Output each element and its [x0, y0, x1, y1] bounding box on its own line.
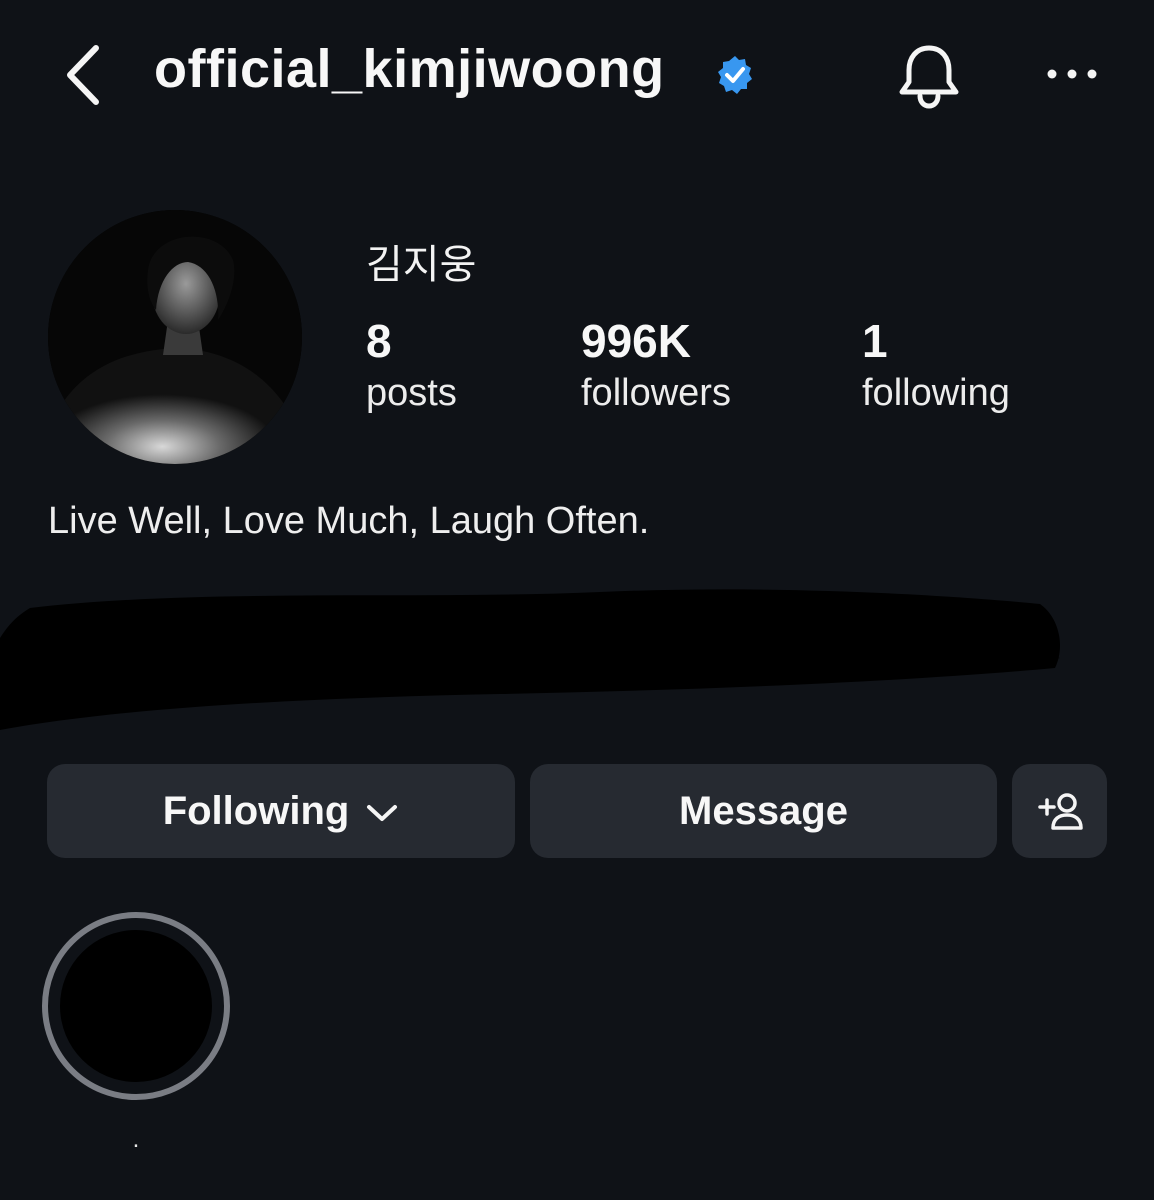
- message-button[interactable]: Message: [530, 764, 997, 858]
- display-name: 김지웅: [366, 242, 477, 288]
- stat-following[interactable]: 1 following: [862, 312, 1010, 416]
- profile-header: official_kimjiwoong: [0, 0, 1154, 150]
- avatar-photo: [48, 210, 302, 464]
- stat-followers[interactable]: 996K followers: [581, 312, 731, 416]
- add-user-icon: [1037, 793, 1083, 830]
- stat-value: 1: [862, 315, 888, 367]
- stat-label: posts: [366, 372, 457, 414]
- add-user-button[interactable]: [1012, 764, 1107, 858]
- stat-posts[interactable]: 8 posts: [366, 312, 457, 416]
- stat-value: 996K: [581, 315, 691, 367]
- bell-icon[interactable]: [896, 42, 962, 110]
- more-icon[interactable]: [1044, 62, 1100, 86]
- message-button-label: Message: [679, 788, 848, 833]
- stat-label: following: [862, 372, 1010, 414]
- profile-bio: Live Well, Love Much, Laugh Often.: [48, 500, 650, 542]
- chevron-down-icon: [367, 805, 398, 821]
- following-button-label: Following: [162, 788, 350, 833]
- stat-value: 8: [366, 315, 392, 367]
- highlight-label: .: [132, 1126, 140, 1153]
- redaction-mark: [0, 589, 1060, 730]
- following-button[interactable]: Following: [47, 764, 515, 858]
- stat-label: followers: [581, 372, 731, 414]
- profile-avatar[interactable]: [48, 210, 302, 464]
- story-highlight[interactable]: [40, 910, 232, 1102]
- verified-badge-icon: [718, 56, 752, 94]
- back-chevron-icon[interactable]: [60, 42, 104, 108]
- username-title: official_kimjiwoong: [154, 39, 665, 99]
